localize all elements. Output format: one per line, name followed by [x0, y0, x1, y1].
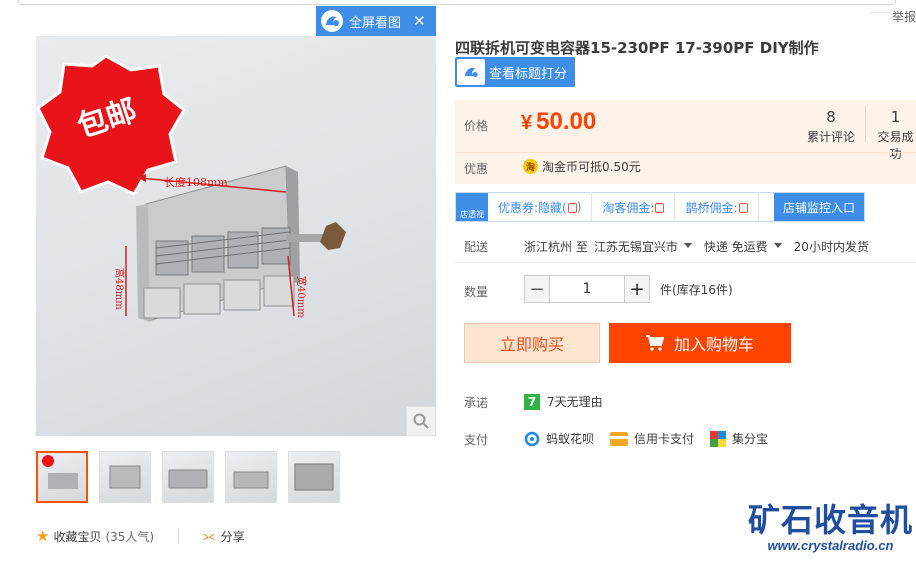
- promise-text[interactable]: 7天无理由: [547, 393, 603, 410]
- divider: [178, 528, 180, 544]
- lock-icon: [567, 203, 577, 213]
- product-title: 四联拆机可变电容器15-230PF 17-390PF DIY制作: [455, 39, 819, 57]
- store-monitor-button[interactable]: 店铺监控入口: [773, 193, 864, 221]
- coupon-hidden-item[interactable]: 优惠券:隐藏(): [488, 193, 593, 221]
- watermark-title: 矿石收音机: [748, 501, 914, 539]
- buy-now-button[interactable]: 立即购买: [464, 323, 600, 363]
- shipping-row: 浙江杭州 至 江苏无锡宜兴市 快递 免运费 20小时内发货: [524, 238, 869, 255]
- rate-title-label: 查看标题打分: [489, 66, 568, 82]
- store-insight-logo-icon: 店透视: [456, 193, 488, 221]
- taojinbi-coin-icon: 淘: [523, 159, 538, 174]
- huabei-icon: [524, 431, 540, 446]
- chevron-down-icon[interactable]: [773, 243, 782, 248]
- svg-text:宽40mm: 宽40mm: [295, 276, 308, 318]
- zoom-button[interactable]: [406, 406, 436, 436]
- dispatch-time: 20小时内发货: [793, 240, 869, 254]
- promise-label: 承诺: [464, 396, 489, 410]
- share-icon: ⪥: [203, 528, 215, 544]
- report-link[interactable]: 举报: [892, 8, 916, 25]
- fullscreen-view-tab[interactable]: 全屏看图 ✕: [316, 6, 436, 36]
- svg-text:高48mm: 高48mm: [113, 268, 126, 310]
- quantity-input[interactable]: 1: [550, 275, 624, 303]
- quantity-label: 数量: [464, 285, 489, 299]
- credit-card-payment[interactable]: 信用卡支付: [610, 430, 694, 447]
- thumbnail-3[interactable]: [162, 451, 214, 503]
- divider: [455, 262, 916, 263]
- close-icon[interactable]: ✕: [413, 12, 426, 30]
- ship-destination-select[interactable]: 江苏无锡宜兴市: [594, 238, 678, 255]
- svg-text:长度108mm: 长度108mm: [164, 175, 228, 189]
- reviews-stat[interactable]: 8 累计评论: [807, 108, 855, 145]
- top-search-frame: [18, 0, 896, 5]
- add-to-cart-button[interactable]: 加入购物车: [609, 323, 791, 363]
- collect-share-bar: ★ 收藏宝贝 (35人气) ⪥ 分享: [36, 527, 245, 545]
- thumbnail-2[interactable]: [99, 451, 151, 503]
- thumbnail-1[interactable]: [36, 451, 88, 503]
- share-button[interactable]: 分享: [221, 528, 245, 545]
- taoke-commission-item[interactable]: 淘客佣金:: [592, 193, 676, 221]
- lock-icon: [738, 203, 748, 213]
- quantity-stepper: − 1 + 件(库存16件): [524, 275, 733, 303]
- huabei-payment[interactable]: 蚂蚁花呗: [524, 430, 594, 447]
- fullscreen-label: 全屏看图: [349, 15, 402, 31]
- increase-button[interactable]: +: [624, 275, 650, 303]
- main-product-image[interactable]: 包邮 长度108mm 高48mm 宽40mm: [36, 36, 436, 436]
- seven-day-icon: 7: [524, 393, 540, 410]
- promo-label: 优惠: [464, 162, 489, 176]
- collect-button[interactable]: 收藏宝贝: [53, 528, 101, 545]
- chevron-down-icon[interactable]: [683, 243, 692, 248]
- divider: [455, 152, 916, 153]
- shipping-label: 配送: [464, 240, 489, 254]
- sales-stat: 1 交易成功: [877, 108, 914, 161]
- promo-text: 淘 淘金币可抵0.50元: [523, 158, 641, 175]
- jifenbao-payment[interactable]: 集分宝: [710, 430, 768, 447]
- ship-method-select[interactable]: 快递 免运费: [704, 238, 768, 255]
- thumbnail-4[interactable]: [225, 451, 277, 503]
- thumbnail-strip: [36, 451, 340, 503]
- stock-info: 件(库存16件): [660, 282, 733, 297]
- price-value: ¥50.00: [521, 108, 597, 135]
- payment-row: 蚂蚁花呗 信用卡支付 集分宝: [524, 430, 784, 447]
- popularity-count: (35人气): [105, 529, 155, 544]
- thumbnail-5[interactable]: [288, 451, 340, 503]
- jifenbao-icon: [710, 430, 727, 447]
- coupon-bar: 店透视 优惠券:隐藏() 淘客佣金: 鹊桥佣金: 店铺监控入口: [455, 192, 865, 222]
- price-panel: 价格 ¥50.00 8 累计评论 1 交易成功 优惠 淘 淘金币可抵0.50元: [455, 100, 916, 184]
- squirrel-logo-icon: [457, 59, 485, 85]
- lock-icon: [655, 203, 665, 213]
- price-label: 价格: [464, 119, 489, 133]
- divider: [865, 106, 866, 142]
- decrease-button[interactable]: −: [524, 275, 550, 303]
- magnifier-icon: [413, 413, 429, 429]
- payment-label: 支付: [464, 433, 489, 447]
- divider: [870, 12, 890, 13]
- star-icon: ★: [36, 527, 50, 545]
- free-shipping-badge: 包邮: [36, 54, 186, 196]
- capacitor-photo: 包邮 长度108mm 高48mm 宽40mm: [36, 54, 346, 322]
- squirrel-logo-icon: [321, 10, 343, 32]
- rate-title-button[interactable]: 查看标题打分: [455, 57, 575, 87]
- promise-row: 7 7天无理由: [524, 393, 603, 410]
- queqiao-commission-item[interactable]: 鹊桥佣金:: [675, 193, 759, 221]
- ship-from: 浙江杭州 至: [524, 240, 588, 254]
- watermark-url: www.crystalradio.cn: [767, 538, 894, 553]
- credit-card-icon: [610, 431, 629, 446]
- cart-icon: [645, 335, 664, 351]
- site-watermark: 矿石收音机 www.crystalradio.cn: [748, 502, 913, 553]
